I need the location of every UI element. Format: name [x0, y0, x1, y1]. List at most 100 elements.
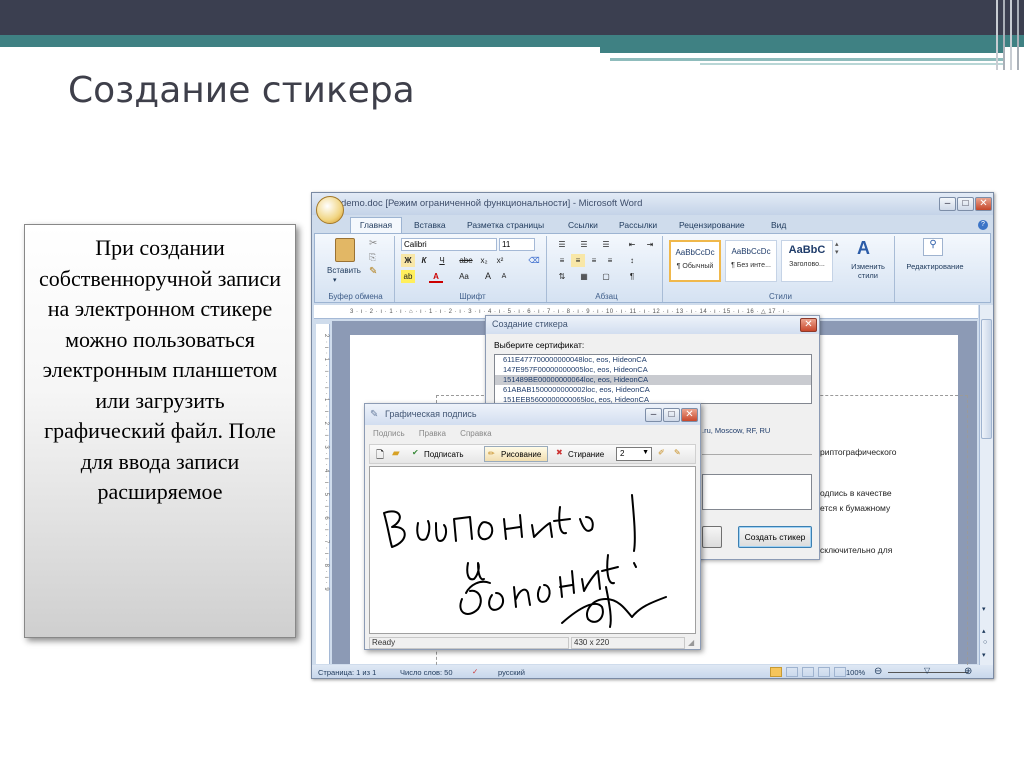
tab-review[interactable]: Рецензирование: [679, 220, 745, 230]
superscript-button[interactable]: x²: [493, 254, 507, 267]
numbering-icon[interactable]: ☰: [577, 238, 591, 251]
menu-help[interactable]: Справка: [460, 429, 491, 438]
align-right-icon[interactable]: ≡: [587, 254, 601, 267]
paste-dropdown-icon[interactable]: ▾: [333, 276, 337, 284]
proofing-icon[interactable]: ✓: [472, 667, 478, 676]
zoom-out-icon[interactable]: ⊖: [874, 666, 882, 677]
styles-scroll-icon[interactable]: ▴ ▾: [835, 240, 839, 256]
new-file-icon[interactable]: 🗋: [376, 448, 384, 465]
align-left-icon[interactable]: ≡: [555, 254, 569, 267]
tab-view[interactable]: Вид: [771, 220, 786, 230]
tab-references[interactable]: Ссылки: [568, 220, 598, 230]
zoom-level[interactable]: 100%: [846, 668, 865, 677]
cert-item[interactable]: 611E477700000000048loc, eos, HideonCA: [495, 355, 811, 365]
next-page-icon[interactable]: ▾: [982, 651, 986, 659]
paste-icon[interactable]: [335, 238, 355, 262]
full-screen-icon[interactable]: [786, 667, 798, 677]
style-normal[interactable]: AaBbCcDc ¶ Обычный: [669, 240, 721, 282]
help-icon[interactable]: ?: [978, 220, 988, 230]
outline-icon[interactable]: [818, 667, 830, 677]
certificate-list[interactable]: 611E477700000000048loc, eos, HideonCA 14…: [494, 354, 812, 404]
scroll-down-icon[interactable]: ▾: [982, 605, 986, 613]
font-size-select[interactable]: 11: [499, 238, 535, 251]
clear-icon[interactable]: ✎: [674, 448, 681, 457]
increase-indent-icon[interactable]: ⇥: [643, 238, 657, 251]
pen-color-icon[interactable]: ✐: [658, 448, 665, 457]
browse-object-icon[interactable]: ○: [983, 639, 987, 646]
sig-minimize-button[interactable]: –: [645, 408, 662, 422]
tab-home[interactable]: Главная: [350, 217, 402, 233]
zoom-in-icon[interactable]: ⊕: [964, 666, 972, 677]
highlight-button[interactable]: ab: [401, 270, 415, 283]
signature-menu-bar: Подпись Правка Справка: [365, 425, 700, 442]
sticker-close-button[interactable]: ✕: [800, 318, 817, 332]
create-sticker-button[interactable]: Создать стикер: [738, 526, 812, 548]
word-count[interactable]: Число слов: 50: [400, 668, 453, 677]
sign-button[interactable]: Подписать: [424, 450, 464, 459]
bullets-icon[interactable]: ☰: [555, 238, 569, 251]
tab-mailings[interactable]: Рассылки: [619, 220, 657, 230]
resize-grip-icon[interactable]: ◢: [688, 638, 694, 647]
pen-width-select[interactable]: 2 ▼: [616, 447, 652, 461]
line-spacing-icon[interactable]: ↕: [625, 254, 639, 267]
show-marks-button[interactable]: ¶: [625, 270, 639, 283]
clear-format-icon[interactable]: ⌫: [527, 254, 541, 267]
cut-icon[interactable]: ✂: [369, 238, 377, 249]
shrink-font-button[interactable]: A: [497, 270, 511, 283]
menu-signature[interactable]: Подпись: [373, 429, 405, 438]
open-folder-icon[interactable]: ▰: [392, 448, 400, 459]
sig-close-button[interactable]: ✕: [681, 408, 698, 422]
cert-item[interactable]: 61ABAB1500000000002loc, eos, HideonCA: [495, 385, 811, 395]
copy-icon[interactable]: ⎘: [369, 252, 376, 263]
signature-canvas[interactable]: [369, 466, 696, 634]
language-indicator[interactable]: русский: [498, 668, 525, 677]
underline-button[interactable]: Ч: [435, 254, 449, 267]
cert-item-selected[interactable]: 151489BE00000000064loc, eos, HideonCA: [495, 375, 811, 385]
change-case-button[interactable]: Aa: [457, 270, 471, 283]
draft-icon[interactable]: [834, 667, 846, 677]
sort-icon[interactable]: ⇅: [555, 270, 569, 283]
multilevel-list-icon[interactable]: ☰: [599, 238, 613, 251]
align-center-icon[interactable]: ≡: [571, 254, 585, 267]
web-layout-icon[interactable]: [802, 667, 814, 677]
style-no-spacing[interactable]: AaBbCcDc ¶ Без инте...: [725, 240, 777, 282]
change-styles-icon[interactable]: A: [857, 238, 870, 259]
decrease-indent-icon[interactable]: ⇤: [625, 238, 639, 251]
doc-text-line: риптографического: [820, 447, 897, 457]
borders-icon[interactable]: ▢: [599, 270, 613, 283]
font-name-select[interactable]: Calibri: [401, 238, 497, 251]
binoculars-icon[interactable]: ⚲: [923, 238, 943, 256]
sticker-secondary-button[interactable]: [702, 526, 722, 548]
menu-edit[interactable]: Правка: [419, 429, 446, 438]
shading-icon[interactable]: ▦: [577, 270, 591, 283]
grow-font-button[interactable]: A: [481, 270, 495, 283]
change-styles-label[interactable]: Изменить стили: [845, 262, 891, 280]
draw-button[interactable]: ✏ Рисование: [484, 446, 548, 462]
italic-button[interactable]: К: [417, 254, 431, 267]
font-color-button[interactable]: A: [429, 270, 443, 283]
tab-insert[interactable]: Вставка: [414, 220, 446, 230]
bold-button[interactable]: Ж: [401, 254, 415, 267]
subscript-button[interactable]: x₂: [477, 254, 491, 267]
prev-page-icon[interactable]: ▴: [982, 627, 986, 635]
paste-label[interactable]: Вставить: [327, 266, 361, 275]
close-button[interactable]: ✕: [975, 197, 992, 211]
maximize-button[interactable]: □: [957, 197, 974, 211]
scroll-thumb[interactable]: [981, 319, 992, 439]
zoom-slider-thumb[interactable]: ▽: [924, 666, 930, 675]
cert-item[interactable]: 147E957F00000000005loc, eos, HideonCA: [495, 365, 811, 375]
justify-icon[interactable]: ≡: [603, 254, 617, 267]
sticker-text-field[interactable]: [702, 474, 812, 510]
tab-page-layout[interactable]: Разметка страницы: [467, 220, 544, 230]
editing-label[interactable]: Редактирование: [899, 262, 971, 271]
print-layout-icon[interactable]: [770, 667, 782, 677]
vertical-ruler[interactable]: 2 · ı · 1 · ı · · ı · 1 · ı · 2 · ı · 3 …: [316, 324, 330, 664]
strikethrough-button[interactable]: abe: [459, 254, 473, 267]
erase-button[interactable]: Стирание: [568, 450, 604, 459]
format-painter-icon[interactable]: ✎: [369, 266, 377, 277]
page-indicator[interactable]: Страница: 1 из 1: [318, 668, 376, 677]
minimize-button[interactable]: –: [939, 197, 956, 211]
style-heading[interactable]: AaBbC Заголово...: [781, 240, 833, 282]
vertical-scrollbar[interactable]: ▾ ▴ ○ ▾: [979, 305, 993, 667]
sig-maximize-button[interactable]: □: [663, 408, 680, 422]
